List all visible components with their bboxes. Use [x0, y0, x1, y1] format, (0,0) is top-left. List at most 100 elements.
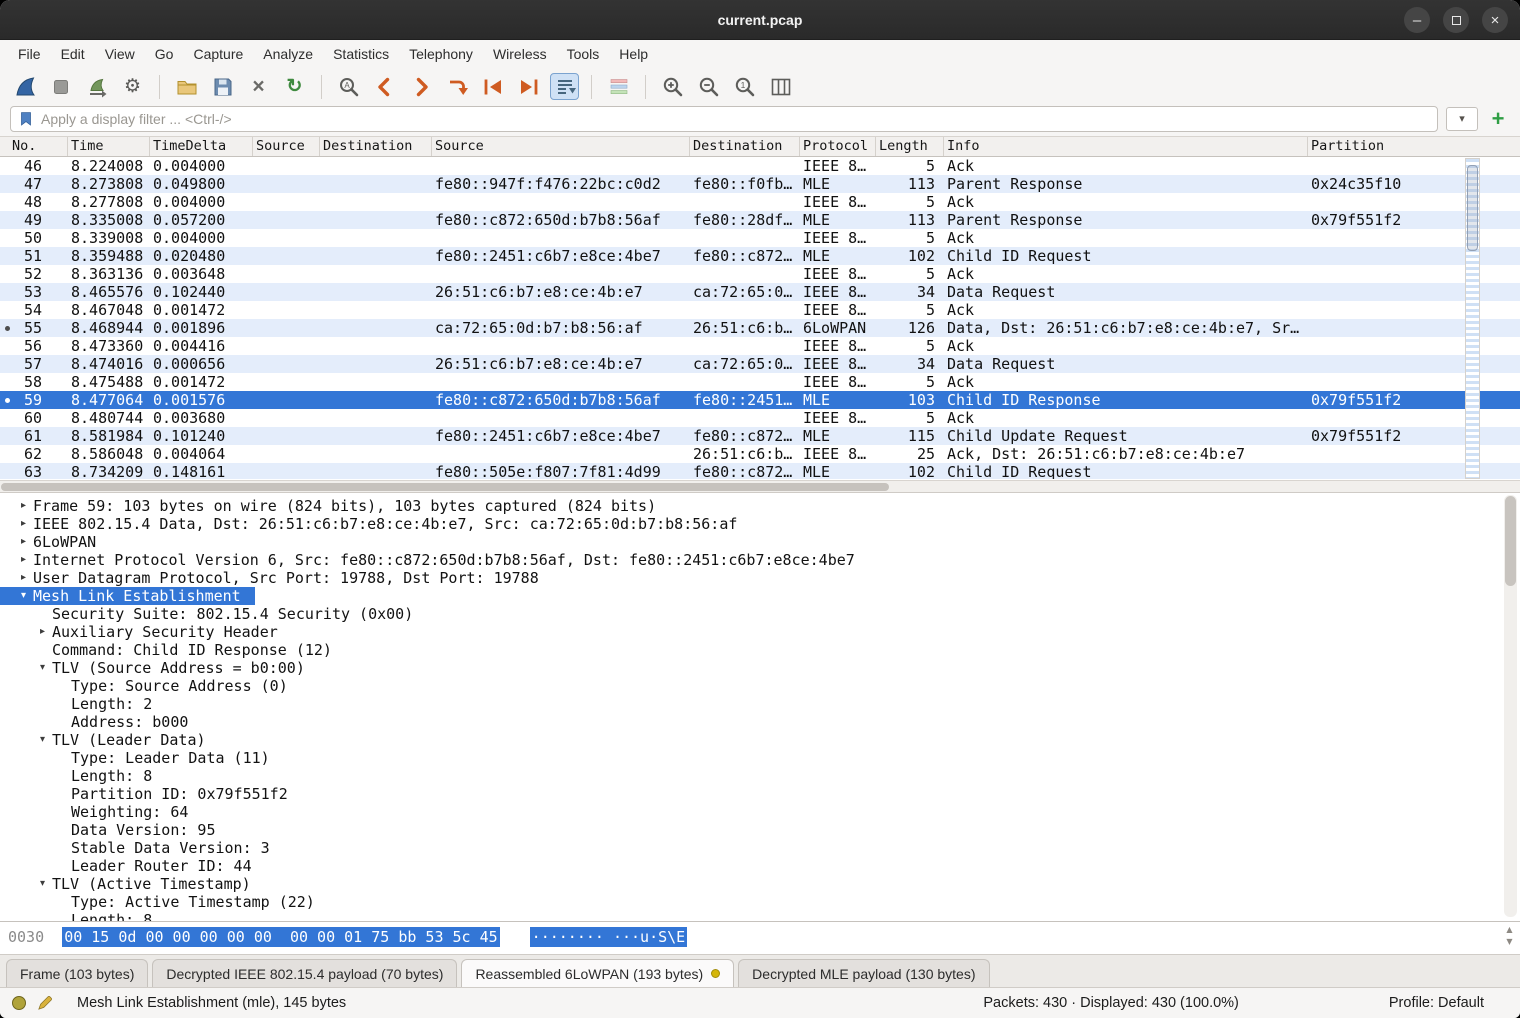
expander-collapsed-icon[interactable]: ▸	[14, 551, 33, 569]
zoom-in-icon[interactable]	[658, 73, 687, 100]
expander-collapsed-icon[interactable]: ▸	[14, 515, 33, 533]
column-header-destination[interactable]: Destination	[690, 137, 800, 156]
bytes-tab[interactable]: Reassembled 6LoWPAN (193 bytes)	[461, 959, 734, 987]
start-capture-icon[interactable]	[10, 73, 39, 100]
menu-statistics[interactable]: Statistics	[323, 43, 399, 65]
find-packet-icon[interactable]: A	[334, 73, 363, 100]
detail-line[interactable]: Partition ID: 0x79f551f2	[0, 785, 288, 803]
zoom-out-icon[interactable]	[694, 73, 723, 100]
details-scrollbar[interactable]	[1504, 495, 1517, 917]
details-scrollbar-thumb[interactable]	[1505, 496, 1516, 586]
detail-line[interactable]: Length: 8	[0, 911, 152, 921]
packet-row[interactable]: 548.4670480.001472IEEE 8…5Ack	[0, 301, 1520, 319]
packet-row[interactable]: 468.2240080.004000IEEE 8…5Ack	[0, 157, 1520, 175]
packet-list-hscrollbar[interactable]	[0, 480, 1520, 493]
packet-row[interactable]: 538.4655760.10244026:51:c6:b7:e8:ce:4b:e…	[0, 283, 1520, 301]
detail-line[interactable]: ▸User Datagram Protocol, Src Port: 19788…	[0, 569, 539, 587]
column-header-partition[interactable]: Partition	[1308, 137, 1520, 156]
packet-row[interactable]: 478.2738080.049800fe80::947f:f476:22bc:c…	[0, 175, 1520, 193]
menu-analyze[interactable]: Analyze	[253, 43, 323, 65]
detail-line[interactable]: Length: 2	[0, 695, 152, 713]
menu-go[interactable]: Go	[145, 43, 184, 65]
first-packet-icon[interactable]	[478, 73, 507, 100]
filter-bookmark-icon[interactable]	[17, 110, 35, 128]
detail-line[interactable]: ▸Auxiliary Security Header	[0, 623, 278, 641]
last-packet-icon[interactable]	[514, 73, 543, 100]
detail-line[interactable]: Type: Active Timestamp (22)	[0, 893, 315, 911]
packet-row[interactable]: 508.3390080.004000IEEE 8…5Ack	[0, 229, 1520, 247]
detail-line[interactable]: Length: 8	[0, 767, 152, 785]
detail-line[interactable]: Stable Data Version: 3	[0, 839, 270, 857]
detail-line[interactable]: Address: b000	[0, 713, 188, 731]
expander-expanded-icon[interactable]: ▾	[33, 659, 52, 677]
close-button[interactable]: ×	[1482, 7, 1508, 33]
stop-capture-icon[interactable]	[46, 73, 75, 100]
menu-tools[interactable]: Tools	[557, 43, 610, 65]
filter-history-dropdown[interactable]: ▾	[1446, 107, 1478, 131]
packet-row[interactable]: 488.2778080.004000IEEE 8…5Ack	[0, 193, 1520, 211]
column-header-protocol[interactable]: Protocol	[800, 137, 876, 156]
menu-help[interactable]: Help	[609, 43, 658, 65]
detail-line[interactable]: Security Suite: 802.15.4 Security (0x00)	[0, 605, 413, 623]
hex-bytes-selected[interactable]: 00 15 0d 00 00 00 00 00 00 00 01 75 bb 5…	[62, 927, 499, 947]
expander-collapsed-icon[interactable]: ▸	[33, 623, 52, 641]
menu-telephony[interactable]: Telephony	[399, 43, 483, 65]
expander-collapsed-icon[interactable]: ▸	[14, 533, 33, 551]
scroll-up-icon[interactable]: ▲	[1506, 925, 1512, 934]
detail-line[interactable]: Type: Source Address (0)	[0, 677, 288, 695]
detail-line[interactable]: ▾TLV (Active Timestamp)	[0, 875, 251, 893]
packet-row[interactable]: 608.4807440.003680IEEE 8…5Ack	[0, 409, 1520, 427]
scroll-down-icon[interactable]: ▼	[1506, 937, 1512, 946]
expander-expanded-icon[interactable]: ▾	[14, 587, 33, 605]
detail-line[interactable]: Command: Child ID Response (12)	[0, 641, 332, 659]
column-header-timedelta[interactable]: TimeDelta	[150, 137, 253, 156]
auto-scroll-icon[interactable]	[550, 73, 579, 100]
maximize-button[interactable]	[1443, 7, 1469, 33]
column-header-source[interactable]: Source	[253, 137, 320, 156]
detail-line[interactable]: Type: Leader Data (11)	[0, 749, 270, 767]
go-forward-icon[interactable]	[406, 73, 435, 100]
column-header-source[interactable]: Source	[432, 137, 690, 156]
packet-row[interactable]: 638.7342090.148161fe80::505e:f807:7f81:4…	[0, 463, 1520, 479]
detail-line[interactable]: Data Version: 95	[0, 821, 216, 839]
menu-edit[interactable]: Edit	[51, 43, 95, 65]
hex-ascii-selected[interactable]: ········ ···u·S\E	[530, 927, 688, 947]
packet-list-scrollbar[interactable]	[1465, 158, 1480, 479]
packet-list-scrollbar-thumb[interactable]	[1467, 165, 1478, 251]
packet-list-hscrollbar-thumb[interactable]	[1, 483, 889, 491]
expander-collapsed-icon[interactable]: ▸	[14, 569, 33, 587]
save-file-icon[interactable]	[208, 73, 237, 100]
bytes-tab[interactable]: Decrypted MLE payload (130 bytes)	[738, 959, 989, 987]
column-header-no[interactable]: No.	[0, 137, 68, 156]
detail-line[interactable]: ▾Mesh Link Establishment	[0, 587, 255, 605]
packet-row[interactable]: 558.4689440.001896ca:72:65:0d:b7:b8:56:a…	[0, 319, 1520, 337]
packet-row[interactable]: 498.3350080.057200fe80::c872:650d:b7b8:5…	[0, 211, 1520, 229]
close-file-icon[interactable]: ×	[244, 73, 273, 100]
capture-comment-icon[interactable]	[36, 995, 53, 1012]
packet-row[interactable]: 568.4733600.004416IEEE 8…5Ack	[0, 337, 1520, 355]
display-filter-field[interactable]	[10, 106, 1438, 132]
menu-file[interactable]: File	[8, 43, 51, 65]
resize-columns-icon[interactable]	[766, 73, 795, 100]
capture-options-icon[interactable]: ⚙	[118, 73, 147, 100]
bytes-tab[interactable]: Frame (103 bytes)	[6, 959, 148, 987]
detail-line[interactable]: ▸6LoWPAN	[0, 533, 96, 551]
open-file-icon[interactable]	[172, 73, 201, 100]
expander-collapsed-icon[interactable]: ▸	[14, 497, 33, 515]
minimize-button[interactable]: –	[1404, 7, 1430, 33]
detail-line[interactable]: ▾TLV (Leader Data)	[0, 731, 206, 749]
detail-line[interactable]: ▸IEEE 802.15.4 Data, Dst: 26:51:c6:b7:e8…	[0, 515, 737, 533]
packet-row[interactable]: 588.4754880.001472IEEE 8…5Ack	[0, 373, 1520, 391]
packet-row[interactable]: 628.5860480.00406426:51:c6:b…IEEE 8…25Ac…	[0, 445, 1520, 463]
detail-line[interactable]: ▸Internet Protocol Version 6, Src: fe80:…	[0, 551, 855, 569]
restart-capture-icon[interactable]	[82, 73, 111, 100]
expander-expanded-icon[interactable]: ▾	[33, 731, 52, 749]
profile-status[interactable]: Profile: Default	[1389, 995, 1484, 1011]
reload-file-icon[interactable]: ↻	[280, 73, 309, 100]
hex-scrollbar[interactable]: ▲▼	[1503, 925, 1516, 946]
menu-view[interactable]: View	[95, 43, 145, 65]
display-filter-input[interactable]	[41, 111, 1431, 127]
zoom-original-icon[interactable]: 1	[730, 73, 759, 100]
column-header-length[interactable]: Length	[876, 137, 944, 156]
menu-wireless[interactable]: Wireless	[483, 43, 557, 65]
